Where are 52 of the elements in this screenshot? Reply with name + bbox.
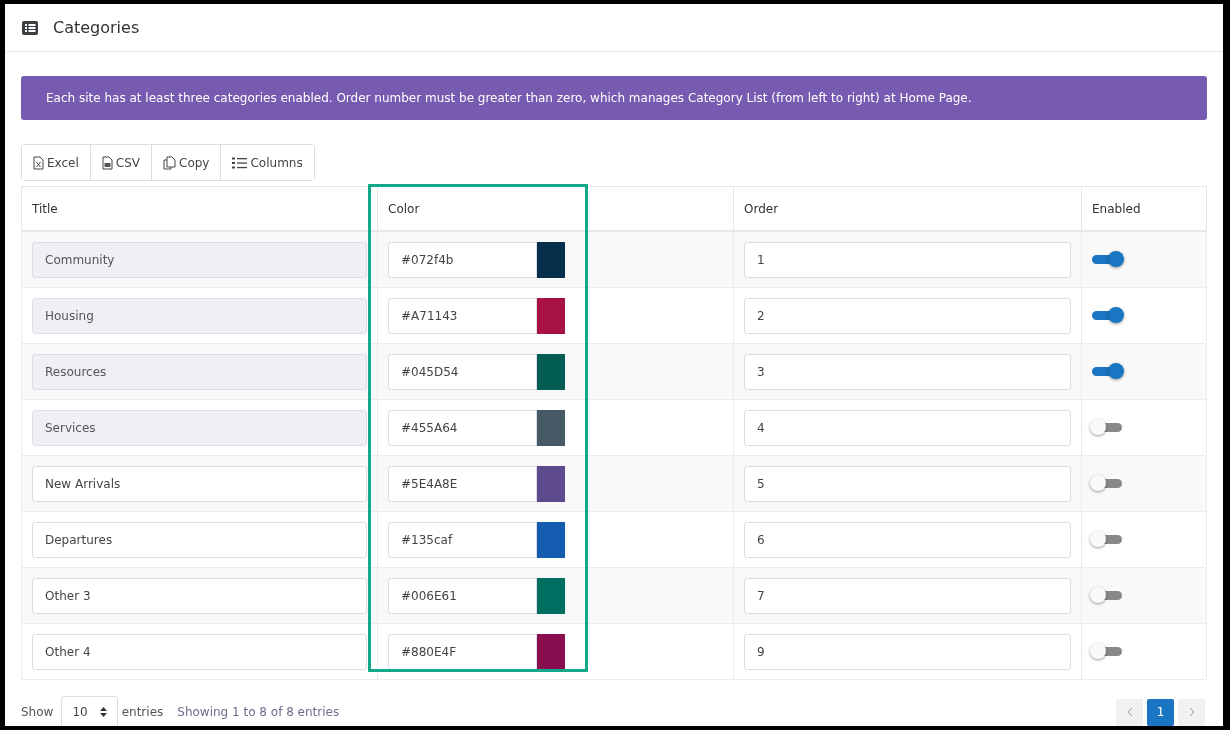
color-field[interactable]: #455A64 [388,409,537,446]
page-size-select[interactable]: 10 [61,696,118,726]
color-swatch[interactable] [537,353,565,390]
color-swatch[interactable] [537,297,565,334]
color-field[interactable]: #A71143 [388,297,537,334]
csv-file-icon [101,155,113,170]
order-field[interactable]: 2 [744,297,1071,334]
info-alert: Each site has at least three categories enabled. Order number must be greater than zero, which manages Category List (from left to right) at Home Page. [21,76,1207,120]
title-field[interactable]: Housing [32,297,367,334]
column-header: Color [388,201,420,216]
excel-button[interactable]: Excel [22,145,91,180]
color-swatch[interactable] [537,577,565,614]
page-button[interactable]: 1 [1147,698,1174,726]
copy-icon [163,155,176,170]
color-field[interactable]: #072f4b [388,241,537,278]
sort-caret-icon [99,707,107,717]
excel-file-icon [33,155,44,170]
order-field[interactable]: 6 [744,521,1071,558]
color-swatch[interactable] [537,633,565,670]
list-icon [232,156,248,169]
title-field[interactable]: Other 4 [32,633,367,670]
column-header: Title [32,201,58,216]
color-field[interactable]: #5E4A8E [388,465,537,502]
order-field[interactable]: 3 [744,353,1071,390]
color-swatch[interactable] [537,409,565,446]
order-field[interactable]: 7 [744,577,1071,614]
entries-label: entries [121,705,164,719]
column-header: Order [744,201,779,216]
color-swatch[interactable] [537,465,565,502]
title-field[interactable]: New Arrivals [32,465,367,502]
color-swatch[interactable] [537,521,565,558]
column-header: Enabled [1092,201,1141,216]
title-field[interactable]: Other 3 [32,577,367,614]
page-title: Categories [53,18,140,37]
title-field[interactable]: Resources [32,353,367,390]
chevron-right-icon [1188,707,1195,717]
color-field[interactable]: #006E61 [388,577,537,614]
chevron-left-icon [1126,707,1133,717]
entries-info: Showing 1 to 8 of 8 entries [177,705,340,719]
order-field[interactable]: 1 [744,241,1071,278]
color-field[interactable]: #135caf [388,521,537,558]
order-field[interactable]: 4 [744,409,1071,446]
color-field[interactable]: #045D54 [388,353,537,390]
color-swatch[interactable] [537,241,565,278]
color-field[interactable]: #880E4F [388,633,537,670]
title-field[interactable]: Departures [32,521,367,558]
title-field[interactable]: Community [32,241,367,278]
show-label: Show [21,705,54,719]
list-icon [22,20,38,35]
order-field[interactable]: 5 [744,465,1071,502]
order-field[interactable]: 9 [744,633,1071,670]
title-field[interactable]: Services [32,409,367,446]
